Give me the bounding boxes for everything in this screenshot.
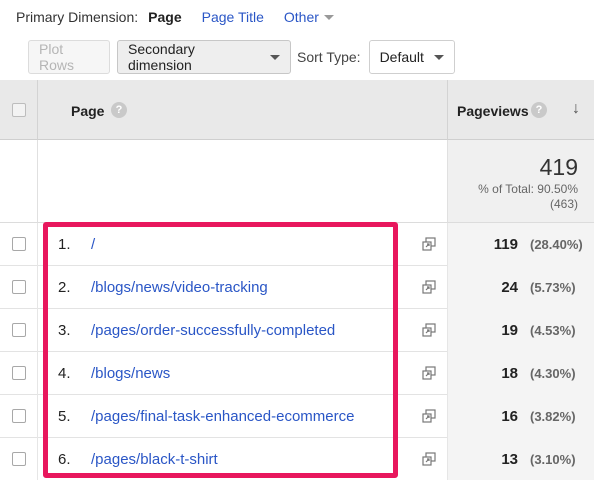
row-checkbox[interactable]	[12, 452, 26, 466]
table-row: 2. /blogs/news/video-tracking 24 (5.73%)	[0, 266, 594, 309]
row-checkbox[interactable]	[12, 366, 26, 380]
row-number: 3.	[58, 322, 71, 339]
sort-type-value: Default	[379, 49, 424, 65]
primary-dimension-label: Primary Dimension:	[16, 9, 139, 25]
pageviews-percent: (3.10%)	[530, 452, 576, 467]
open-link-icon[interactable]	[422, 280, 436, 294]
row-pageviews-cell: 119 (28.40%)	[448, 223, 594, 266]
report-table: Page ? Pageviews ? ↓ 419 % of Total: 90.…	[0, 80, 594, 480]
row-checkbox-cell	[0, 266, 38, 309]
row-checkbox-cell	[0, 223, 38, 266]
totals-percent: % of Total: 90.50%	[478, 182, 578, 196]
row-page-cell: 1. /	[38, 223, 448, 266]
row-pageviews-cell: 19 (4.53%)	[448, 309, 594, 352]
sort-type-label: Sort Type:	[297, 49, 361, 65]
row-checkbox-cell	[0, 438, 38, 480]
page-link[interactable]: /pages/final-task-enhanced-ecommerce	[91, 408, 354, 425]
row-checkbox-cell	[0, 352, 38, 395]
row-checkbox[interactable]	[12, 237, 26, 251]
row-page-cell: 6. /pages/black-t-shirt	[38, 438, 448, 480]
open-link-icon[interactable]	[422, 237, 436, 251]
row-number: 5.	[58, 408, 71, 425]
row-pageviews-cell: 13 (3.10%)	[448, 438, 594, 480]
page-link[interactable]: /	[91, 236, 95, 253]
help-icon[interactable]: ?	[111, 102, 127, 118]
pageviews-percent: (4.30%)	[530, 366, 576, 381]
row-page-cell: 3. /pages/order-successfully-completed	[38, 309, 448, 352]
pageviews-percent: (5.73%)	[530, 280, 576, 295]
open-link-icon[interactable]	[422, 452, 436, 466]
row-pageviews-cell: 16 (3.82%)	[448, 395, 594, 438]
dimension-other-dropdown[interactable]: Other	[284, 9, 334, 25]
table-row: 4. /blogs/news 18 (4.30%)	[0, 352, 594, 395]
row-number: 4.	[58, 365, 71, 382]
secondary-dimension-label: Secondary dimension	[128, 41, 195, 73]
dimension-other-label: Other	[283, 9, 319, 25]
table-row: 3. /pages/order-successfully-completed 1…	[0, 309, 594, 352]
plot-rows-button[interactable]: Plot Rows	[28, 40, 110, 74]
page-link[interactable]: /pages/black-t-shirt	[91, 451, 218, 468]
caret-down-icon	[323, 14, 334, 20]
page-link[interactable]: /blogs/news/video-tracking	[91, 279, 268, 296]
row-checkbox-cell	[0, 309, 38, 352]
pageviews-value: 13	[501, 451, 518, 468]
page-link[interactable]: /blogs/news	[91, 365, 170, 382]
totals-overall: (463)	[549, 197, 578, 211]
pageviews-value: 16	[501, 408, 518, 425]
pageviews-percent: (28.40%)	[530, 237, 583, 252]
select-all-checkbox[interactable]	[12, 103, 26, 117]
open-link-icon[interactable]	[422, 323, 436, 337]
dimension-page-active[interactable]: Page	[148, 9, 181, 25]
pageviews-percent: (3.82%)	[530, 409, 576, 424]
page-link[interactable]: /pages/order-successfully-completed	[91, 322, 335, 339]
table-row: 5. /pages/final-task-enhanced-ecommerce …	[0, 395, 594, 438]
header-pageviews-cell[interactable]: Pageviews ? ↓	[448, 80, 594, 140]
row-checkbox[interactable]	[12, 409, 26, 423]
row-checkbox-cell	[0, 395, 38, 438]
column-header-page: Page	[71, 103, 105, 119]
totals-page-cell	[38, 140, 448, 223]
row-number: 2.	[58, 279, 71, 296]
pageviews-percent: (4.53%)	[530, 323, 576, 338]
pageviews-value: 24	[501, 279, 518, 296]
sort-type-dropdown[interactable]: Default	[368, 40, 455, 74]
table-row: 1. / 119 (28.40%)	[0, 223, 594, 266]
row-pageviews-cell: 24 (5.73%)	[448, 266, 594, 309]
column-header-pageviews: Pageviews	[457, 103, 529, 119]
pageviews-value: 18	[501, 365, 518, 382]
caret-down-icon	[433, 54, 444, 60]
open-link-icon[interactable]	[422, 366, 436, 380]
totals-value: 419	[539, 154, 578, 180]
dimension-page-title-link[interactable]: Page Title	[202, 9, 264, 25]
row-checkbox[interactable]	[12, 280, 26, 294]
row-number: 6.	[58, 451, 71, 468]
pageviews-value: 19	[501, 322, 518, 339]
totals-checkbox-cell	[0, 140, 38, 223]
open-link-icon[interactable]	[422, 409, 436, 423]
row-page-cell: 5. /pages/final-task-enhanced-ecommerce	[38, 395, 448, 438]
primary-dimension-bar: Primary Dimension: Page Page Title Other	[0, 0, 594, 34]
table-toolbar: Plot Rows Secondary dimension Sort Type:…	[0, 34, 594, 80]
totals-pageviews-cell: 419 % of Total: 90.50% (463)	[448, 140, 594, 223]
row-number: 1.	[58, 236, 71, 253]
row-checkbox[interactable]	[12, 323, 26, 337]
header-checkbox-cell	[0, 80, 38, 140]
secondary-dimension-dropdown[interactable]: Secondary dimension	[117, 40, 291, 74]
pageviews-value: 119	[493, 236, 518, 253]
sort-desc-icon[interactable]: ↓	[572, 100, 580, 118]
table-row: 6. /pages/black-t-shirt 13 (3.10%)	[0, 438, 594, 480]
row-pageviews-cell: 18 (4.30%)	[448, 352, 594, 395]
help-icon[interactable]: ?	[531, 102, 547, 118]
row-page-cell: 4. /blogs/news	[38, 352, 448, 395]
row-page-cell: 2. /blogs/news/video-tracking	[38, 266, 448, 309]
header-page-cell[interactable]: Page ?	[38, 80, 448, 140]
caret-down-icon	[270, 54, 280, 60]
